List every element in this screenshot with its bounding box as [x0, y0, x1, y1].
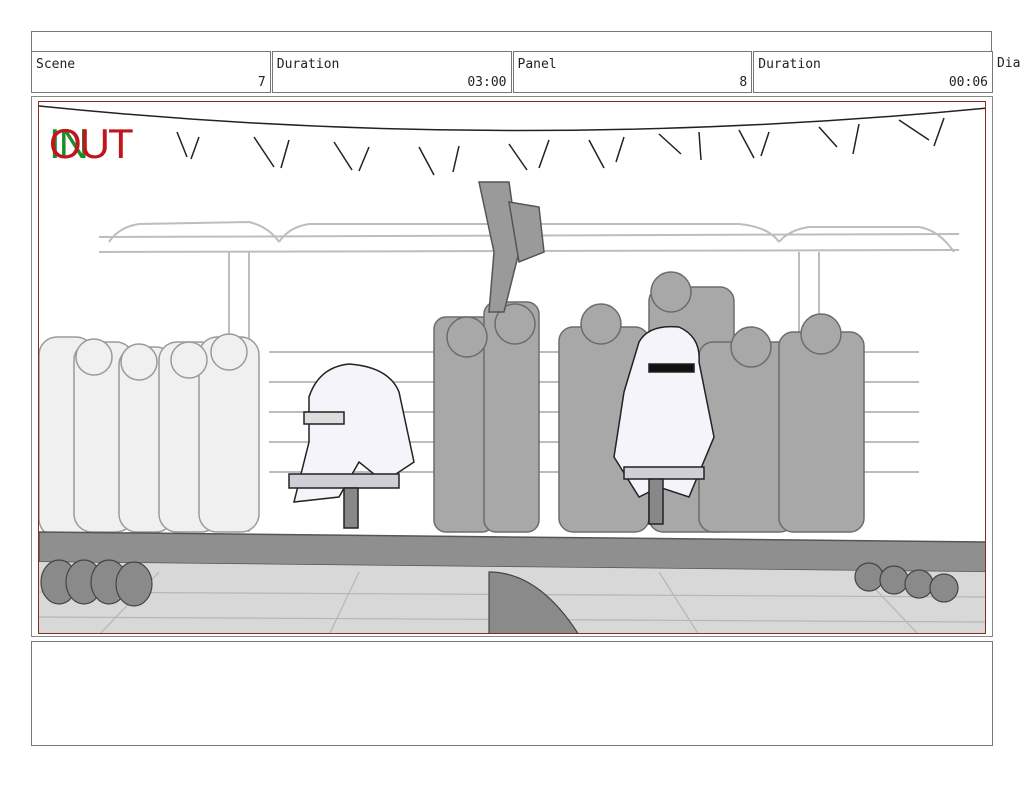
scene-field[interactable]: Scene 7 — [31, 51, 271, 93]
scene-value: 7 — [257, 75, 266, 90]
panel-duration-value: 00:06 — [948, 75, 988, 90]
panel-label: Panel — [517, 57, 557, 72]
bunting-string — [39, 105, 985, 132]
raised-arm-phone — [478, 181, 545, 313]
bunting-flags — [176, 117, 945, 176]
storyboard-header: Scene 7 Duration 03:00 Panel 8 Duration … — [31, 51, 994, 93]
crowd-left — [39, 333, 260, 538]
in-out-marker: IN OUT — [49, 120, 159, 167]
dialogue-label: Dia — [997, 56, 1021, 71]
storyboard-panel[interactable]: IN OUT — [38, 101, 986, 634]
notes-box[interactable] — [31, 641, 993, 746]
panel-duration-label: Duration — [758, 57, 821, 72]
panel-field[interactable]: Panel 8 — [512, 51, 753, 93]
scene-duration-label: Duration — [276, 57, 340, 72]
scene-duration-field[interactable]: Duration 03:00 — [271, 51, 512, 93]
scene-duration-value: 03:00 — [467, 75, 507, 90]
out-marker: OUT — [49, 120, 134, 167]
swimmer-left — [288, 363, 415, 529]
sheet-top-strip — [31, 31, 992, 51]
scene-label: Scene — [36, 57, 76, 72]
panel-value: 8 — [739, 75, 748, 90]
panel-sketch — [39, 105, 985, 633]
panel-duration-field[interactable]: Duration 00:06 — [753, 51, 993, 93]
